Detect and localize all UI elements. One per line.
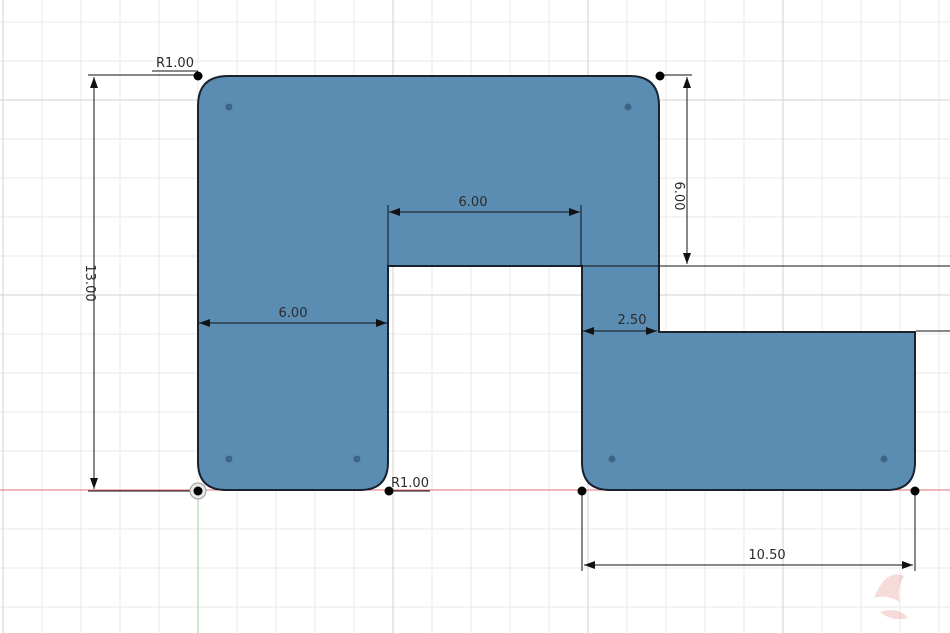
sketch-point-foot-left[interactable] (577, 486, 587, 496)
sketch-canvas[interactable]: 13.00 6.00 6.00 6.00 2.50 10.50 R1.00 R1… (0, 0, 950, 633)
sketch-point-top-left[interactable] (193, 71, 203, 81)
dimension-label-top-right-height[interactable]: 6.00 (671, 182, 686, 211)
sketch-point-top-right[interactable] (655, 71, 665, 81)
center-point-bottom-inner[interactable] (353, 455, 361, 463)
radius-label-top-left[interactable]: R1.00 (156, 56, 194, 71)
center-point-top-left[interactable] (225, 103, 233, 111)
sketch-point-inner-bottom[interactable] (384, 486, 394, 496)
center-point-top-right[interactable] (624, 103, 632, 111)
radius-label-bottom-inner[interactable]: R1.00 (391, 476, 429, 491)
sketch-point-foot-right[interactable] (910, 486, 920, 496)
dimension-label-overall-height[interactable]: 13.00 (82, 264, 97, 301)
center-point-bottom-right[interactable] (880, 455, 888, 463)
origin-point[interactable] (193, 486, 203, 496)
dimension-label-step-offset[interactable]: 2.50 (618, 313, 647, 328)
center-point-bottom-left[interactable] (225, 455, 233, 463)
dimension-label-slot-width[interactable]: 6.00 (459, 195, 488, 210)
dimension-label-right-foot-width[interactable]: 10.50 (748, 548, 785, 563)
center-point-bottom-mid[interactable] (608, 455, 616, 463)
dimension-label-left-leg-width[interactable]: 6.00 (279, 306, 308, 321)
